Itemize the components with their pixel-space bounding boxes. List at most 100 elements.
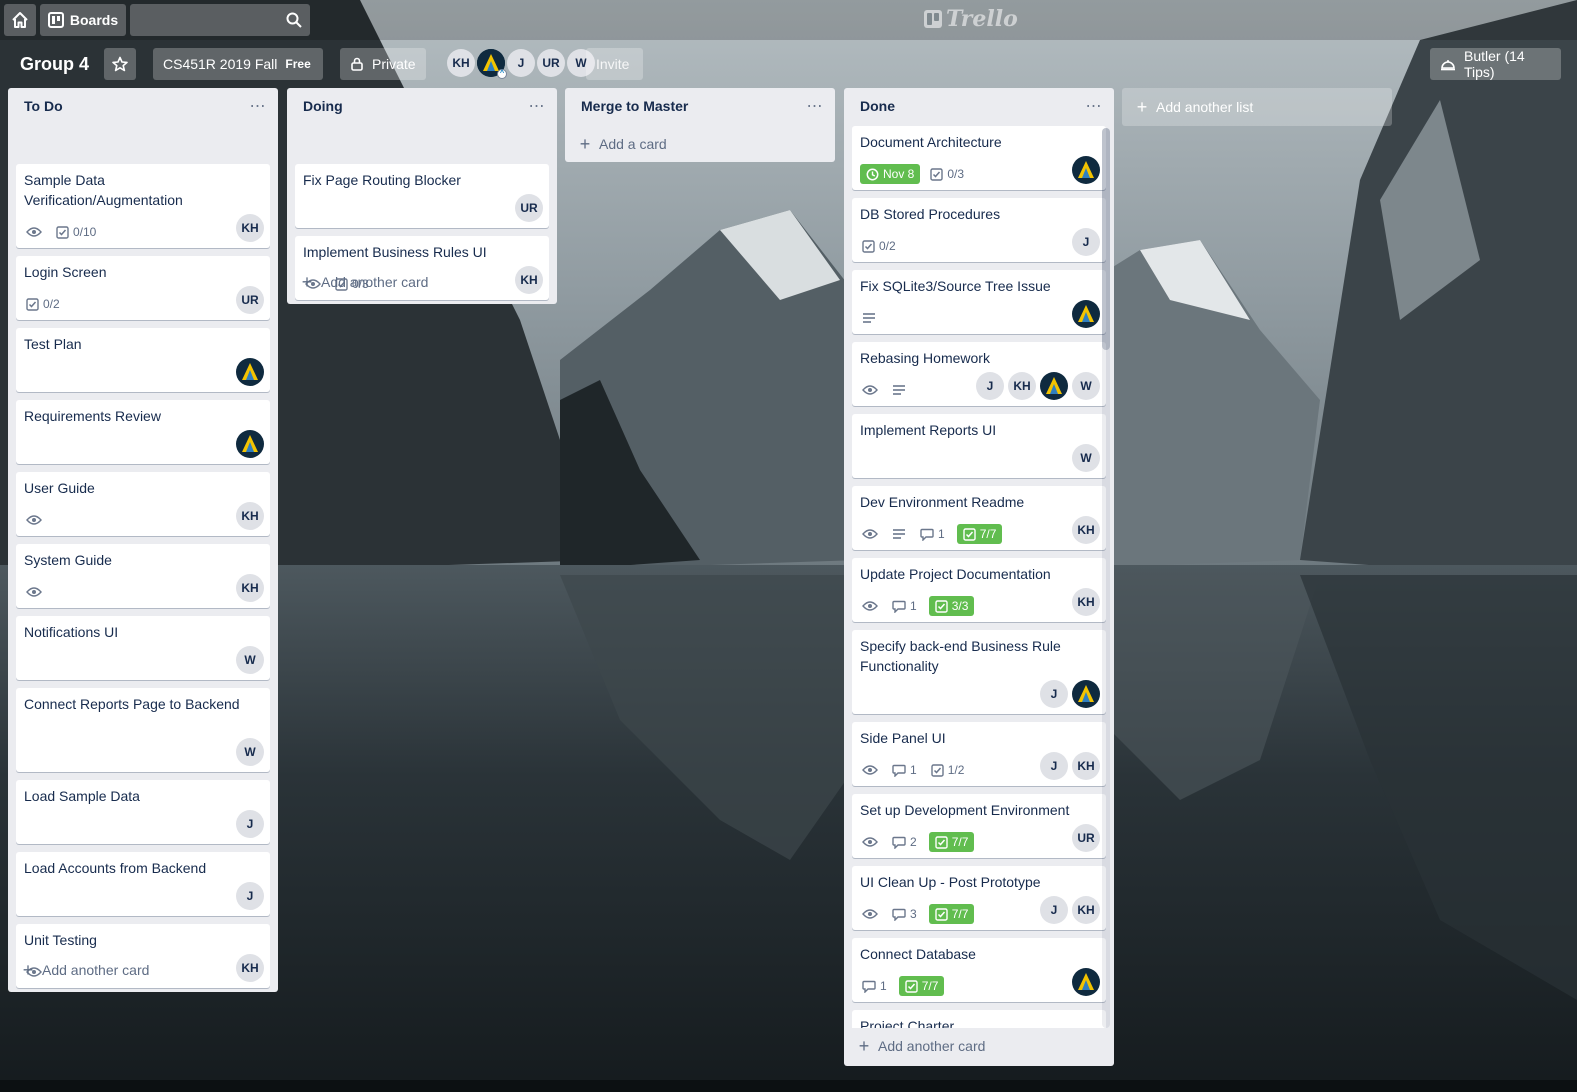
member-avatar[interactable]: KH [1072,516,1100,544]
member-avatar[interactable]: KH [515,266,543,294]
card[interactable]: Update Project Documentation 1 3/3 KH [852,558,1106,622]
member-avatar[interactable]: UR [236,286,264,314]
card[interactable]: Fix SQLite3/Source Tree Issue [852,270,1106,334]
list-title[interactable]: To Do [24,98,63,114]
member-avatar[interactable]: W [236,646,264,674]
butler-button[interactable]: Butler (14 Tips) [1430,48,1561,80]
add-card-button[interactable]: + Add a card [573,130,671,158]
member-avatar-image[interactable]: ^ [477,49,507,79]
team-button[interactable]: CS451R 2019 Fall Free [153,48,323,80]
card[interactable]: Sample Data Verification/Augmentation 0/1… [16,164,270,248]
card[interactable]: Implement Reports UI W [852,414,1106,478]
card[interactable]: System Guide KH [16,544,270,608]
add-card-label: Add another card [878,1038,986,1054]
card-title: User Guide [24,480,95,496]
list-title[interactable]: Doing [303,98,343,114]
member-avatar[interactable]: J [1040,896,1068,924]
list-menu-button[interactable]: ⋯ [246,94,270,118]
board-title[interactable]: Group 4 [12,48,97,80]
member-avatar[interactable]: KH [1072,588,1100,616]
member-avatar-image[interactable] [236,430,264,458]
member-initials: J [1050,687,1058,701]
card[interactable]: Document Architecture Nov 8 0/3 [852,126,1106,190]
member-avatar-image[interactable] [1072,300,1100,328]
member-avatar[interactable]: J [976,372,1004,400]
card[interactable]: Test Plan [16,328,270,392]
member-avatar-image[interactable] [1040,372,1068,400]
card-members: KH [236,502,264,530]
card-members: UR [1072,824,1100,852]
member-avatar[interactable]: KH [236,954,264,982]
search-box[interactable] [130,4,310,36]
butler-label: Butler (14 Tips) [1464,48,1525,80]
checklist-complete-badge: 3/3 [928,596,975,616]
card[interactable]: DB Stored Procedures 0/2 J [852,198,1106,262]
member-avatar[interactable]: J [1040,752,1068,780]
list-scrollbar[interactable] [1102,128,1110,1028]
member-initials: W [1080,379,1092,393]
add-card-button[interactable]: + Add another card [852,1032,989,1060]
card[interactable]: Connect Database 1 7/7 [852,938,1106,1002]
team-plan-badge: Free [285,57,311,71]
member-avatar[interactable]: J [1072,228,1100,256]
member-avatar[interactable]: KH [1008,372,1036,400]
watching-badge [860,832,882,852]
home-button[interactable] [4,4,36,36]
list-menu-button[interactable]: ⋯ [803,94,827,118]
card[interactable]: Requirements Review [16,400,270,464]
member-avatar-image[interactable] [236,358,264,386]
add-card-button[interactable]: + Add another card [295,268,432,296]
visibility-button[interactable]: Private [340,48,426,80]
card[interactable]: UI Clean Up - Post Prototype 3 7/7 J KH [852,866,1106,930]
member-avatar[interactable]: UR [1072,824,1100,852]
card[interactable]: Specify back-end Business Rule Functiona… [852,630,1106,714]
card[interactable]: Load Accounts from Backend J [16,852,270,916]
member-avatar[interactable]: UR [537,49,565,77]
description-icon [892,528,906,540]
member-avatar[interactable]: UR [515,194,543,222]
member-avatar-image[interactable] [1072,968,1100,996]
member-avatar[interactable]: W [236,738,264,766]
member-avatar[interactable]: KH [1072,896,1100,924]
add-list-button[interactable]: + Add another list [1122,88,1392,126]
card[interactable]: Fix Page Routing Blocker UR [295,164,549,228]
search-input[interactable] [130,4,280,36]
member-avatar-image[interactable] [1072,680,1100,708]
member-avatar-image[interactable] [1072,156,1100,184]
card[interactable]: User Guide KH [16,472,270,536]
member-initials: J [1050,903,1058,917]
card[interactable]: Load Sample Data J [16,780,270,844]
member-avatar[interactable]: KH [1072,752,1100,780]
list-title[interactable]: Merge to Master [581,98,688,114]
card[interactable]: Login Screen 0/2 UR [16,256,270,320]
card[interactable]: Project Charter [852,1010,1106,1028]
add-card-button[interactable]: + Add another card [16,956,153,984]
trello-logo[interactable]: Trello [924,6,1018,32]
member-avatar[interactable]: J [236,810,264,838]
card[interactable]: Rebasing Homework J KH W [852,342,1106,406]
card[interactable]: Notifications UI W [16,616,270,680]
list-scrollbar-thumb[interactable] [1102,128,1110,350]
card[interactable]: Set up Development Environment 2 7/7 UR [852,794,1106,858]
member-avatar[interactable]: J [507,49,535,77]
member-avatar[interactable]: W [1072,444,1100,472]
invite-button[interactable]: Invite [586,48,643,80]
card[interactable]: Connect Reports Page to Backend W [16,688,270,772]
member-avatar[interactable]: KH [236,502,264,530]
checklist-icon [934,599,948,613]
card[interactable]: Side Panel UI 1 1/2 J KH [852,722,1106,786]
member-avatar[interactable]: KH [236,574,264,602]
star-button[interactable] [104,48,136,80]
search-icon[interactable] [286,12,302,28]
member-avatar[interactable]: KH [236,214,264,242]
member-avatar[interactable]: J [1040,680,1068,708]
list-menu-button[interactable]: ⋯ [525,94,549,118]
card-members: W [236,646,264,674]
boards-button[interactable]: Boards [40,4,126,36]
member-avatar[interactable]: KH [447,49,475,77]
member-initials: J [1082,235,1090,249]
card[interactable]: Dev Environment Readme 1 7/7 KH [852,486,1106,550]
checklist-icon [56,225,69,239]
member-avatar[interactable]: J [236,882,264,910]
member-avatar[interactable]: W [1072,372,1100,400]
